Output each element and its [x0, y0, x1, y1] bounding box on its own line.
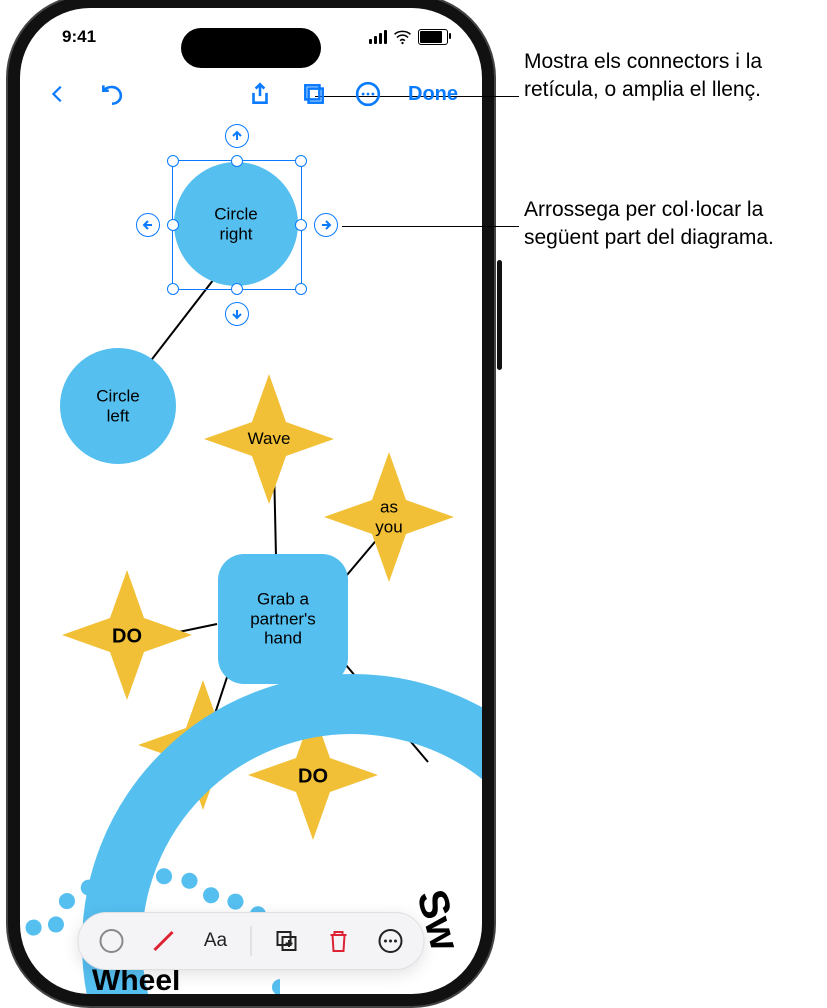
duplicate-icon: [274, 928, 300, 954]
device-power-button: [497, 260, 502, 370]
more-button[interactable]: [354, 80, 382, 108]
callout-canvas-button: Mostra els connectors i la retícula, o a…: [524, 48, 814, 105]
back-button[interactable]: [44, 80, 72, 108]
resize-handle-b[interactable]: [231, 283, 243, 295]
device-volume-down: [10, 338, 15, 408]
trash-icon: [327, 928, 351, 954]
text-tool[interactable]: Aa: [199, 924, 233, 958]
fill-circle-icon: [99, 928, 125, 954]
done-button[interactable]: Done: [408, 83, 458, 106]
resize-handle-bl[interactable]: [167, 283, 179, 295]
connector-handle-left[interactable]: [136, 213, 160, 237]
canvas-grid-icon: [301, 81, 327, 107]
phone-frame: 9:41: [20, 8, 482, 994]
undo-button[interactable]: [98, 80, 126, 108]
device-volume-up: [10, 248, 15, 318]
diagram-canvas[interactable]: Circle right Circle left Grab a partner'…: [20, 8, 482, 994]
resize-handle-l[interactable]: [167, 219, 179, 231]
ellipsis-circle-icon: [378, 928, 404, 954]
diagram-center-node[interactable]: [218, 554, 348, 684]
arrow-right-icon: [320, 219, 332, 231]
selection-box[interactable]: [172, 160, 302, 290]
no-stroke-icon: [150, 927, 178, 955]
wifi-icon: [393, 28, 412, 47]
connector-handle-up[interactable]: [225, 124, 249, 148]
connector-handle-down[interactable]: [225, 302, 249, 326]
callout-drag-handle: Arrossega per col·locar la següent part …: [524, 196, 814, 253]
callout-line-2: [342, 226, 519, 227]
fill-tool[interactable]: [95, 924, 129, 958]
stroke-tool[interactable]: [147, 924, 181, 958]
delete-tool[interactable]: [322, 924, 356, 958]
arrow-down-icon: [231, 308, 243, 320]
ellipsis-circle-icon: [355, 81, 381, 107]
connector-handle-right[interactable]: [314, 213, 338, 237]
share-icon: [247, 81, 273, 107]
diagram-circle-left[interactable]: [60, 348, 176, 464]
more-tools[interactable]: [374, 924, 408, 958]
resize-handle-tl[interactable]: [167, 155, 179, 167]
undo-icon: [99, 81, 125, 107]
device-silence-switch: [10, 188, 15, 226]
cellular-icon: [369, 30, 387, 44]
resize-handle-t[interactable]: [231, 155, 243, 167]
floating-toolbar: Aa: [78, 912, 425, 970]
toolbar-separator: [251, 926, 252, 956]
arrow-left-icon: [142, 219, 154, 231]
resize-handle-tr[interactable]: [295, 155, 307, 167]
chevron-left-icon: [47, 83, 69, 105]
share-button[interactable]: [246, 80, 274, 108]
resize-handle-r[interactable]: [295, 219, 307, 231]
diagram-star-wave[interactable]: [204, 374, 334, 504]
resize-handle-br[interactable]: [295, 283, 307, 295]
duplicate-tool[interactable]: [270, 924, 304, 958]
canvas-options-button[interactable]: [300, 80, 328, 108]
top-toolbar: Done: [20, 66, 482, 122]
battery-icon: [418, 29, 448, 45]
diagram-star-asyou[interactable]: [324, 452, 454, 582]
dynamic-island: [181, 28, 321, 68]
arrow-up-icon: [231, 130, 243, 142]
status-time: 9:41: [62, 27, 96, 47]
